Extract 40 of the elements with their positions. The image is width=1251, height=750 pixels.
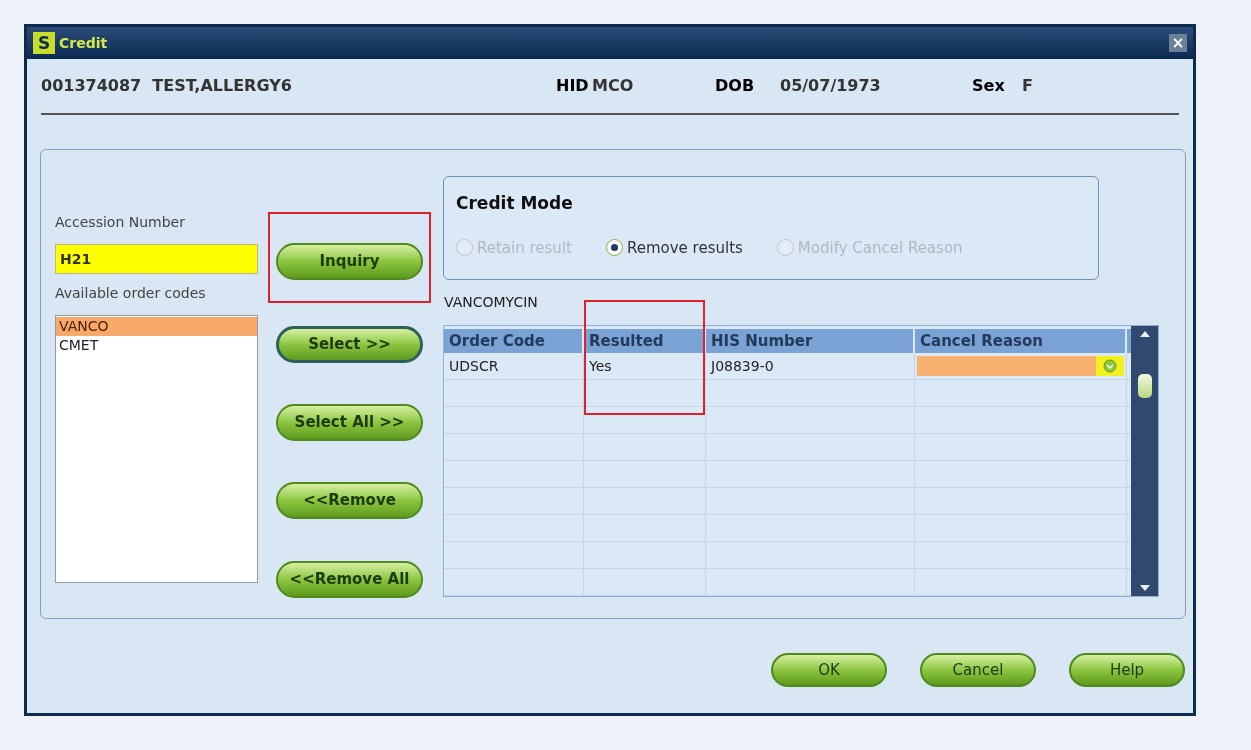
field-value: F [1022, 75, 1034, 97]
field-label: Available order codes [55, 284, 207, 303]
field-label: Accession Number [55, 213, 186, 232]
dialog-button[interactable]: OK [771, 653, 887, 687]
field-value: 05/07/1973 [780, 75, 882, 97]
dialog-button[interactable]: Cancel [920, 653, 1036, 687]
column-header[interactable]: Cancel Reason [915, 329, 1127, 353]
field-label: HID [556, 75, 590, 97]
dialog-button[interactable]: Help [1069, 653, 1185, 687]
field-label: Sex [972, 75, 1006, 97]
action-button[interactable]: Select >> [276, 326, 423, 363]
column-header[interactable]: Order Code [444, 329, 584, 353]
list-item[interactable]: CMET [56, 336, 257, 355]
column-header[interactable]: HIS Number [706, 329, 915, 353]
table-cell: Yes [584, 353, 706, 379]
lookup-icon[interactable] [1103, 359, 1117, 373]
test-name: VANCOMYCIN [444, 293, 538, 312]
close-button[interactable]: × [1169, 34, 1187, 52]
table-cell: UDSCR [444, 353, 584, 379]
scroll-down-icon[interactable] [1138, 584, 1151, 592]
scrollbar[interactable] [1131, 326, 1158, 596]
radio-option[interactable]: Remove results [605, 236, 743, 259]
accession-field[interactable]: H21 [55, 244, 258, 274]
column-header[interactable]: Resulted [584, 329, 706, 353]
window-title: Credit [59, 33, 108, 53]
scroll-up-icon[interactable] [1138, 330, 1151, 338]
order-code-list[interactable]: VANCO CMET [55, 315, 258, 583]
field-value: MCO [592, 75, 635, 97]
patient-id-name: 001374087 TEST,ALLERGY6 [41, 75, 293, 97]
action-button[interactable]: Inquiry [276, 243, 423, 280]
scroll-thumb[interactable] [1137, 374, 1152, 398]
list-item[interactable]: VANCO [56, 317, 257, 336]
app-logo: S [33, 32, 55, 54]
cancel-reason-field[interactable] [917, 356, 1124, 376]
table-cell: J08839-0 [706, 353, 915, 379]
field-label: DOB [715, 75, 756, 97]
action-button[interactable]: <<Remove All [276, 561, 423, 598]
action-button[interactable]: Select All >> [276, 404, 423, 441]
section-title: Credit Mode [456, 192, 574, 215]
action-button[interactable]: <<Remove [276, 482, 423, 519]
